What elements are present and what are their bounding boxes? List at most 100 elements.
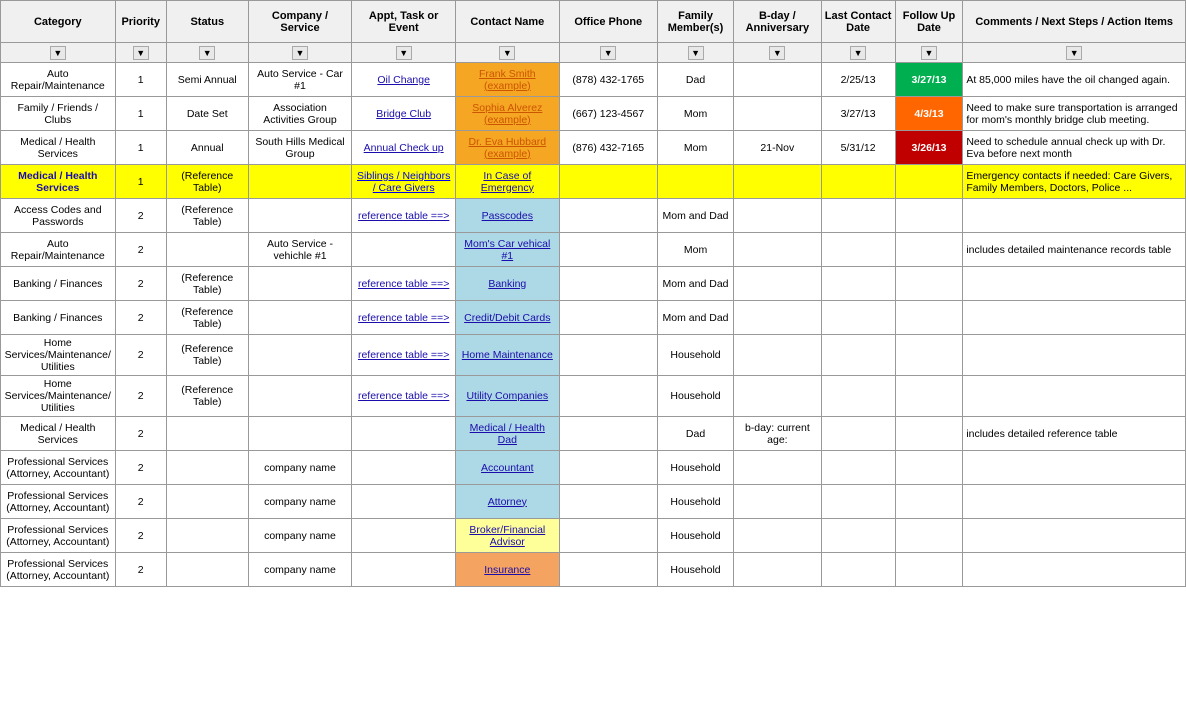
cell-contact[interactable]: Home Maintenance: [455, 335, 559, 376]
cell-comments: [963, 553, 1186, 587]
table-row: Professional Services (Attorney, Account…: [1, 485, 1186, 519]
col-header-phone: Office Phone: [559, 1, 657, 43]
filter-priority[interactable]: ▼: [115, 43, 166, 63]
cell-contact[interactable]: Sophia Alverez (example): [455, 97, 559, 131]
col-header-lastcontact: Last Contact Date: [821, 1, 895, 43]
cell-comments: [963, 376, 1186, 417]
cell-contact[interactable]: Passcodes: [455, 199, 559, 233]
dropdown-comments[interactable]: ▼: [1066, 46, 1082, 60]
cell-appt[interactable]: reference table ==>: [352, 199, 456, 233]
appt-link[interactable]: Oil Change: [377, 74, 430, 86]
appt-link[interactable]: reference table ==>: [358, 349, 449, 361]
appt-link[interactable]: Bridge Club: [376, 108, 431, 120]
dropdown-contact[interactable]: ▼: [499, 46, 515, 60]
cell-category: Professional Services (Attorney, Account…: [1, 451, 116, 485]
cell-contact[interactable]: Banking: [455, 267, 559, 301]
cell-contact[interactable]: In Case of Emergency: [455, 165, 559, 199]
col-header-comments: Comments / Next Steps / Action Items: [963, 1, 1186, 43]
appt-link[interactable]: reference table ==>: [358, 278, 449, 290]
cell-appt: [352, 417, 456, 451]
appt-link[interactable]: reference table ==>: [358, 210, 449, 222]
cell-appt[interactable]: Oil Change: [352, 63, 456, 97]
cell-contact[interactable]: Credit/Debit Cards: [455, 301, 559, 335]
cell-followup: [895, 165, 963, 199]
cell-appt[interactable]: reference table ==>: [352, 376, 456, 417]
contact-link[interactable]: Medical / Health Dad: [470, 422, 545, 446]
contact-link[interactable]: Utility Companies: [466, 390, 548, 402]
contact-link[interactable]: Credit/Debit Cards: [464, 312, 550, 324]
cell-company: Auto Service - vehichle #1: [248, 233, 352, 267]
cell-priority: 2: [115, 301, 166, 335]
cell-family: Mom: [657, 97, 733, 131]
table-row: Professional Services (Attorney, Account…: [1, 519, 1186, 553]
contact-link[interactable]: Banking: [488, 278, 526, 290]
cell-appt[interactable]: reference table ==>: [352, 267, 456, 301]
cell-appt[interactable]: Siblings / Neighbors / Care Givers: [352, 165, 456, 199]
dropdown-status[interactable]: ▼: [199, 46, 215, 60]
cell-contact[interactable]: Insurance: [455, 553, 559, 587]
contact-link[interactable]: In Case of Emergency: [481, 170, 534, 194]
dropdown-phone[interactable]: ▼: [600, 46, 616, 60]
filter-comments[interactable]: ▼: [963, 43, 1186, 63]
table-row: Professional Services (Attorney, Account…: [1, 553, 1186, 587]
filter-phone[interactable]: ▼: [559, 43, 657, 63]
dropdown-appt[interactable]: ▼: [396, 46, 412, 60]
filter-followup[interactable]: ▼: [895, 43, 963, 63]
dropdown-lastcontact[interactable]: ▼: [850, 46, 866, 60]
cell-status: [166, 485, 248, 519]
contact-link[interactable]: Broker/Financial Advisor: [469, 524, 545, 548]
cell-contact[interactable]: Frank Smith (example): [455, 63, 559, 97]
contact-link[interactable]: Home Maintenance: [462, 349, 553, 361]
cell-phone: [559, 553, 657, 587]
cell-bday: [734, 97, 821, 131]
filter-contact[interactable]: ▼: [455, 43, 559, 63]
contact-link[interactable]: Attorney: [488, 496, 527, 508]
cell-appt[interactable]: reference table ==>: [352, 301, 456, 335]
cell-status: [166, 451, 248, 485]
filter-status[interactable]: ▼: [166, 43, 248, 63]
dropdown-priority[interactable]: ▼: [133, 46, 149, 60]
filter-appt[interactable]: ▼: [352, 43, 456, 63]
appt-link[interactable]: reference table ==>: [358, 312, 449, 324]
filter-bday[interactable]: ▼: [734, 43, 821, 63]
cell-contact[interactable]: Accountant: [455, 451, 559, 485]
cell-comments: [963, 301, 1186, 335]
cell-comments: [963, 199, 1186, 233]
cell-appt[interactable]: Bridge Club: [352, 97, 456, 131]
dropdown-followup[interactable]: ▼: [921, 46, 937, 60]
cell-contact[interactable]: Mom's Car vehical #1: [455, 233, 559, 267]
cell-contact[interactable]: Utility Companies: [455, 376, 559, 417]
cell-appt[interactable]: Annual Check up: [352, 131, 456, 165]
contact-link[interactable]: Passcodes: [482, 210, 533, 222]
col-header-bday: B-day / Anniversary: [734, 1, 821, 43]
appt-link[interactable]: reference table ==>: [358, 390, 449, 402]
cell-appt[interactable]: reference table ==>: [352, 335, 456, 376]
col-header-category: Category: [1, 1, 116, 43]
cell-phone: [559, 417, 657, 451]
cell-contact[interactable]: Attorney: [455, 485, 559, 519]
contact-link[interactable]: Insurance: [484, 564, 530, 576]
dropdown-bday[interactable]: ▼: [769, 46, 785, 60]
contact-link[interactable]: Sophia Alverez (example): [472, 102, 542, 126]
cell-comments: At 85,000 miles have the oil changed aga…: [963, 63, 1186, 97]
cell-contact[interactable]: Medical / Health Dad: [455, 417, 559, 451]
appt-link[interactable]: Annual Check up: [364, 142, 444, 154]
cell-contact[interactable]: Dr. Eva Hubbard (example): [455, 131, 559, 165]
cell-contact[interactable]: Broker/Financial Advisor: [455, 519, 559, 553]
cell-appt: [352, 485, 456, 519]
col-header-contact: Contact Name: [455, 1, 559, 43]
contact-link[interactable]: Mom's Car vehical #1: [464, 238, 550, 262]
appt-link[interactable]: Siblings / Neighbors / Care Givers: [357, 170, 450, 194]
contact-link[interactable]: Frank Smith (example): [479, 68, 536, 92]
dropdown-family[interactable]: ▼: [688, 46, 704, 60]
filter-company[interactable]: ▼: [248, 43, 352, 63]
contact-link[interactable]: Accountant: [481, 462, 534, 474]
cell-status: [166, 233, 248, 267]
filter-category[interactable]: ▼: [1, 43, 116, 63]
filter-family[interactable]: ▼: [657, 43, 733, 63]
filter-lastcontact[interactable]: ▼: [821, 43, 895, 63]
cell-status: Semi Annual: [166, 63, 248, 97]
contact-link[interactable]: Dr. Eva Hubbard (example): [469, 136, 547, 160]
dropdown-company[interactable]: ▼: [292, 46, 308, 60]
dropdown-category[interactable]: ▼: [50, 46, 66, 60]
